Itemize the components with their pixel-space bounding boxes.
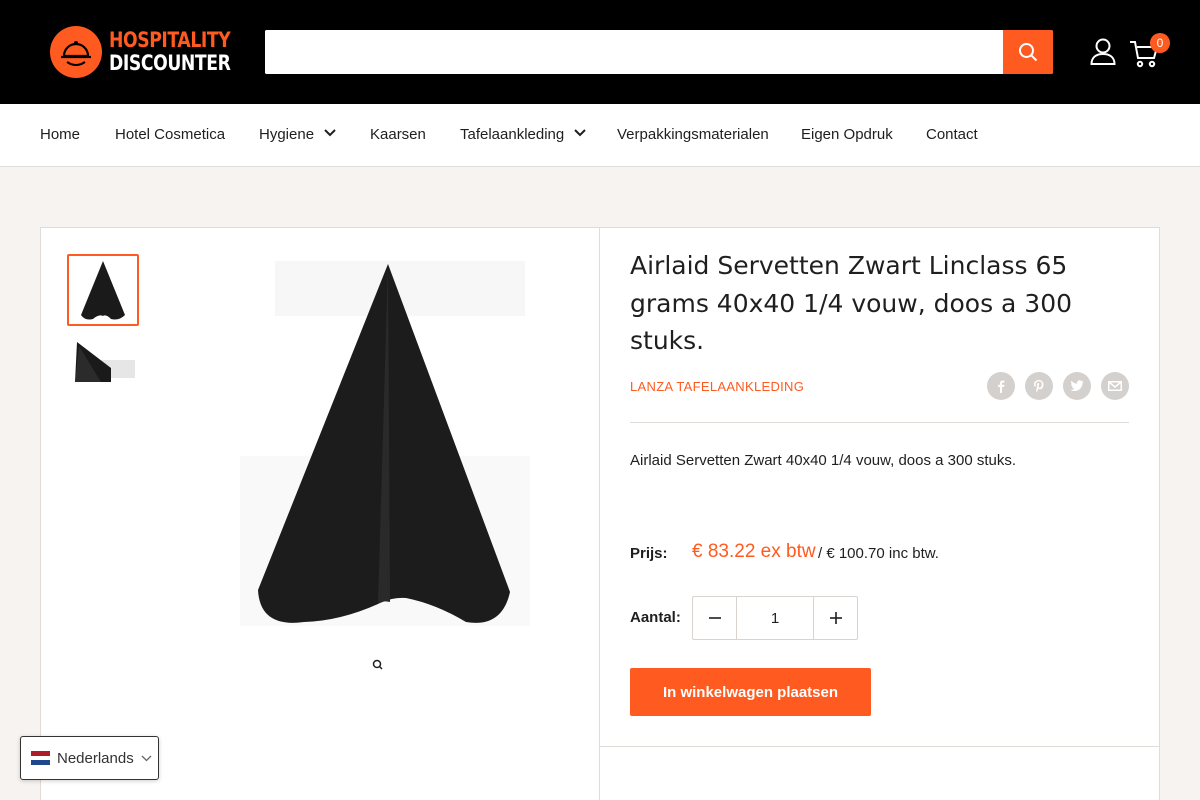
nav-item-label: Verpakkingsmaterialen — [617, 126, 769, 143]
netherlands-flag-icon — [31, 751, 50, 766]
quantity-decrease-button[interactable] — [693, 597, 736, 639]
nav-item-tafelaankleding[interactable]: Tafelaankleding — [460, 104, 586, 166]
chevron-down-icon — [324, 129, 336, 137]
nav-item-label: Kaarsen — [370, 126, 426, 143]
user-icon[interactable] — [1090, 38, 1116, 66]
product-title: Airlaid Servetten Zwart Linclass 65 gram… — [630, 251, 1073, 355]
product-brand-link[interactable]: LANZA TAFELAANKLEDING — [630, 379, 804, 394]
site-logo[interactable]: HOSPITALITY DISCOUNTER — [50, 26, 231, 78]
nav-item-kaarsen[interactable]: Kaarsen — [370, 104, 426, 166]
section-divider — [600, 746, 1160, 747]
chevron-down-icon — [141, 755, 152, 761]
pinterest-icon — [1034, 380, 1044, 393]
price-label: Prijs: — [630, 545, 668, 562]
nav-item-contact[interactable]: Contact — [926, 104, 978, 166]
add-to-cart-button[interactable]: In winkelwagen plaatsen — [630, 668, 871, 716]
email-icon — [1108, 381, 1122, 391]
info-divider — [630, 422, 1129, 423]
nav-item-label: Contact — [926, 126, 978, 143]
product-thumbnail-2[interactable] — [67, 336, 139, 384]
napkin-thumbnail-image — [81, 261, 125, 320]
product-description: Airlaid Servetten Zwart 40x40 1/4 vouw, … — [630, 452, 1017, 469]
quantity-increase-button[interactable] — [814, 597, 857, 639]
nav-item-hygiene[interactable]: Hygiene — [259, 104, 336, 166]
language-label: Nederlands — [57, 749, 134, 767]
price-inc-vat: / € 100.70 inc btw. — [818, 545, 939, 562]
logo-text-line2: DISCOUNTER — [109, 51, 231, 75]
top-header: HOSPITALITY DISCOUNTER 0 — [0, 0, 1200, 104]
nav-item-hotel-cosmetica[interactable]: Hotel Cosmetica — [115, 104, 225, 166]
nav-item-label: Home — [40, 126, 81, 143]
nav-item-verpakkingsmaterialen[interactable]: Verpakkingsmaterialen — [617, 104, 769, 166]
share-facebook-button[interactable] — [987, 372, 1015, 400]
zoom-icon[interactable] — [370, 657, 386, 673]
minus-icon — [708, 617, 721, 619]
language-selector[interactable]: Nederlands — [20, 736, 159, 780]
nav-item-eigen-opdruk[interactable]: Eigen Opdruk — [801, 104, 893, 166]
twitter-icon — [1070, 380, 1084, 391]
main-nav: Home Hotel Cosmetica Hygiene Kaarsen Taf… — [0, 104, 1200, 167]
nav-item-home[interactable]: Home — [40, 104, 80, 166]
share-email-button[interactable] — [1101, 372, 1129, 400]
quantity-stepper — [692, 596, 858, 640]
column-divider — [599, 227, 600, 800]
logo-mark-icon — [50, 26, 102, 78]
search-button[interactable] — [1003, 30, 1053, 74]
napkin-stack-thumbnail-image — [75, 342, 135, 382]
nav-item-label: Eigen Opdruk — [801, 126, 893, 143]
facebook-icon — [998, 380, 1005, 393]
plus-icon — [829, 612, 842, 624]
search-input[interactable] — [265, 30, 1003, 74]
logo-text-line1: HOSPITALITY — [109, 28, 231, 52]
quantity-label: Aantal: — [630, 609, 681, 626]
product-thumbnail-1[interactable] — [67, 254, 139, 326]
price-ex-vat: € 83.22 ex btw — [692, 541, 816, 562]
search-bar — [265, 30, 1053, 74]
nav-item-label: Hygiene — [259, 126, 315, 143]
product-main-image[interactable] — [240, 256, 530, 626]
nav-item-label: Tafelaankleding — [460, 126, 565, 143]
share-twitter-button[interactable] — [1063, 372, 1091, 400]
search-icon — [1019, 43, 1038, 62]
chevron-down-icon — [574, 129, 586, 137]
share-pinterest-button[interactable] — [1025, 372, 1053, 400]
quantity-input[interactable] — [736, 597, 814, 639]
nav-item-label: Hotel Cosmetica — [115, 126, 226, 143]
cart-count-badge: 0 — [1150, 33, 1170, 53]
